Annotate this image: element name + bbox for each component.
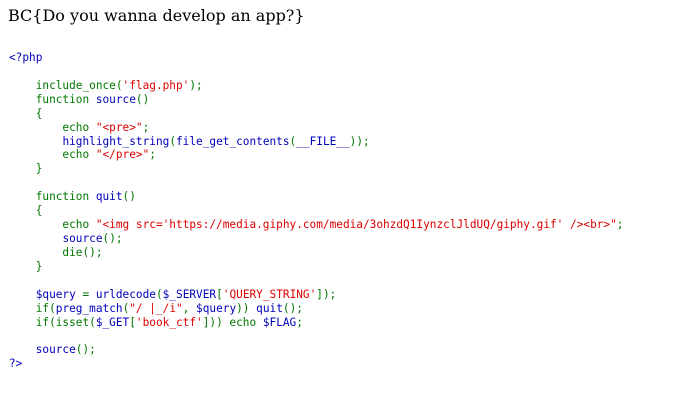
code-token: echo xyxy=(9,148,96,162)
code-token: $FLAG xyxy=(262,315,297,329)
code-token: ?> xyxy=(9,357,23,371)
code-token: echo xyxy=(9,218,96,232)
code-token: (); xyxy=(282,301,303,315)
code-token: function xyxy=(9,92,96,106)
code-line: <?php xyxy=(9,51,679,65)
code-token: $_SERVER xyxy=(162,287,217,301)
code-token: preg_match xyxy=(55,301,123,315)
code-token: () xyxy=(135,92,150,106)
code-token: (); xyxy=(102,231,123,245)
code-token: [ xyxy=(216,287,223,301)
code-token: (); xyxy=(82,245,103,259)
code-line: if(preg_match("/ |_/i", $query)) quit(); xyxy=(9,302,679,316)
code-line: } xyxy=(9,162,679,176)
code-token: $_GET xyxy=(95,315,130,329)
code-token: ( xyxy=(169,134,176,148)
code-token: quit xyxy=(95,190,123,204)
code-line: function quit() xyxy=(9,190,679,204)
code-token: source xyxy=(95,92,136,106)
code-line: function source() xyxy=(9,93,679,107)
code-line: source(); xyxy=(9,232,679,246)
code-token: ); xyxy=(189,78,203,92)
code-line: } xyxy=(9,260,679,274)
code-token: function xyxy=(9,190,96,204)
code-token: ]); xyxy=(316,287,337,301)
code-line: if(isset($_GET['book_ctf'])) echo $FLAG; xyxy=(9,316,679,330)
code-token: 'book_ctf' xyxy=(135,315,203,329)
code-line: highlight_string(file_get_contents(__FIL… xyxy=(9,135,679,149)
code-line: source(); xyxy=(9,343,679,357)
code-line: include_once('flag.php'); xyxy=(9,79,679,93)
code-token: )); xyxy=(349,134,370,148)
code-line: echo "<img src='https://media.giphy.com/… xyxy=(9,218,679,232)
code-line: { xyxy=(9,107,679,121)
code-token: "<img src='https://media.giphy.com/media… xyxy=(95,218,617,232)
code-token: source xyxy=(35,343,76,357)
code-token: 'flag.php' xyxy=(122,78,190,92)
code-token: } xyxy=(9,259,43,273)
code-token: { xyxy=(9,204,43,218)
code-line: $query = urldecode($_SERVER['QUERY_STRIN… xyxy=(9,288,679,302)
code-token: __FILE__ xyxy=(296,134,350,148)
code-token: if( xyxy=(9,301,56,315)
code-token: include_once( xyxy=(9,78,123,92)
code-token: quit xyxy=(256,301,283,315)
code-token: { xyxy=(9,106,43,120)
code-token: "</pre>" xyxy=(95,148,150,162)
code-token: "/ |_/i" xyxy=(129,301,183,315)
code-token: <?php xyxy=(9,51,43,64)
code-token: , xyxy=(182,301,197,315)
code-line: { xyxy=(9,204,679,218)
code-token: () xyxy=(122,190,136,204)
code-token: source xyxy=(62,231,103,245)
code-token: )) xyxy=(236,301,257,315)
code-token: $query xyxy=(35,287,83,301)
code-token: ; xyxy=(142,120,150,134)
code-token: (); xyxy=(75,343,96,357)
source-code-block: <?php include_once('flag.php'); function… xyxy=(9,51,679,371)
code-token: ; xyxy=(149,148,156,162)
code-token: urldecode xyxy=(95,287,156,301)
code-line: echo "<pre>"; xyxy=(9,121,679,135)
code-token: file_get_contents xyxy=(176,134,290,148)
code-token: highlight_string xyxy=(62,134,170,148)
code-token: 'QUERY_STRING' xyxy=(222,287,317,301)
code-token: ])) echo xyxy=(202,315,263,329)
code-line: echo "</pre>"; xyxy=(9,148,679,162)
code-token: ; xyxy=(296,315,303,329)
code-token: if(isset( xyxy=(9,315,96,329)
code-token: } xyxy=(9,162,43,176)
code-line: ?> xyxy=(9,357,679,371)
code-line: die(); xyxy=(9,246,679,260)
code-token: ( xyxy=(155,287,163,301)
code-token: ; xyxy=(616,218,624,232)
code-token: "<pre>" xyxy=(95,120,143,134)
code-token: echo xyxy=(9,120,96,134)
code-token: [ xyxy=(129,315,136,329)
code-token: = xyxy=(82,287,96,301)
code-token: $query xyxy=(196,301,237,315)
code-token: die xyxy=(9,245,83,259)
page-heading: BC{Do you wanna develop an app?} xyxy=(8,6,305,25)
